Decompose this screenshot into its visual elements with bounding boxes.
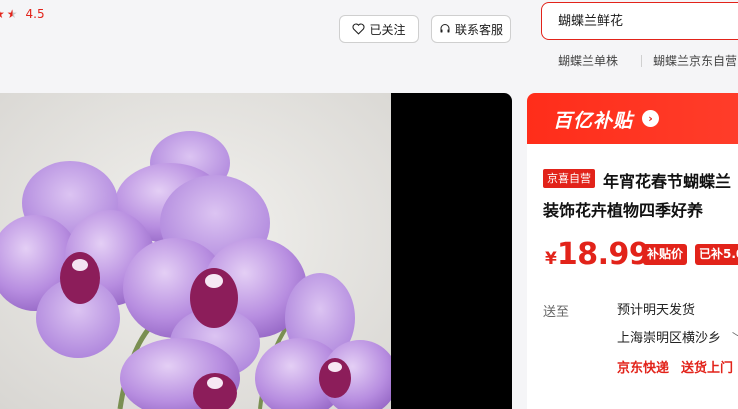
follow-label: 已关注: [369, 22, 406, 37]
currency-symbol: ¥: [545, 249, 557, 269]
store-rating: ★ ★ 4.5: [0, 7, 45, 21]
heart-icon: [352, 23, 365, 35]
product-photo: [0, 93, 391, 409]
subsidy-price-tag: 补贴价: [643, 244, 688, 265]
subsidy-banner[interactable]: 百亿补贴 ›: [527, 93, 738, 144]
search-input[interactable]: [558, 12, 728, 27]
delivery-label: 送至: [543, 305, 570, 320]
headset-icon: [440, 24, 450, 33]
chevron-right-icon: ›: [642, 110, 659, 127]
service-label: 联系客服: [454, 22, 503, 37]
search-box[interactable]: [541, 2, 738, 40]
price: ¥18.99: [545, 237, 650, 272]
express-badge: 京东快递: [617, 361, 670, 376]
price-value: 18.99: [556, 237, 650, 272]
product-title-line-2: 装饰花卉植物四季好养: [543, 201, 704, 220]
star-half-icon: ★: [6, 7, 18, 21]
subsidy-amount-tag: 已补5.00: [695, 244, 738, 265]
rating-value: 4.5: [25, 7, 45, 21]
subsidy-banner-title: 百亿补贴: [553, 110, 634, 132]
store-header: ★ ★ 4.5 已关注 联系客服 蝴蝶兰单株 蝴蝶兰京东自营: [0, 0, 738, 92]
star-icon: ★: [0, 7, 5, 21]
contact-service-button[interactable]: 联系客服: [431, 15, 511, 43]
delivery-address[interactable]: 上海崇明区横沙乡: [617, 327, 721, 346]
chevron-down-icon[interactable]: ﹀: [732, 329, 738, 345]
self-operated-badge: 京喜自营: [543, 169, 595, 188]
hot-word-divider: [641, 55, 642, 67]
delivery-eta: 预计明天发货: [617, 303, 696, 318]
product-gallery[interactable]: [0, 93, 512, 409]
hot-word-link[interactable]: 蝴蝶兰单株: [558, 52, 618, 69]
door-delivery-badge: 送货上门: [681, 361, 734, 376]
hot-word-link[interactable]: 蝴蝶兰京东自营: [653, 52, 737, 69]
product-title-line-1: 年宵花春节蝴蝶兰: [603, 172, 732, 191]
follow-button[interactable]: 已关注: [339, 15, 419, 43]
product-info-panel: 百亿补贴 › 京喜自营 年宵花春节蝴蝶兰 装饰花卉植物四季好养 ¥18.99 补…: [527, 93, 738, 409]
